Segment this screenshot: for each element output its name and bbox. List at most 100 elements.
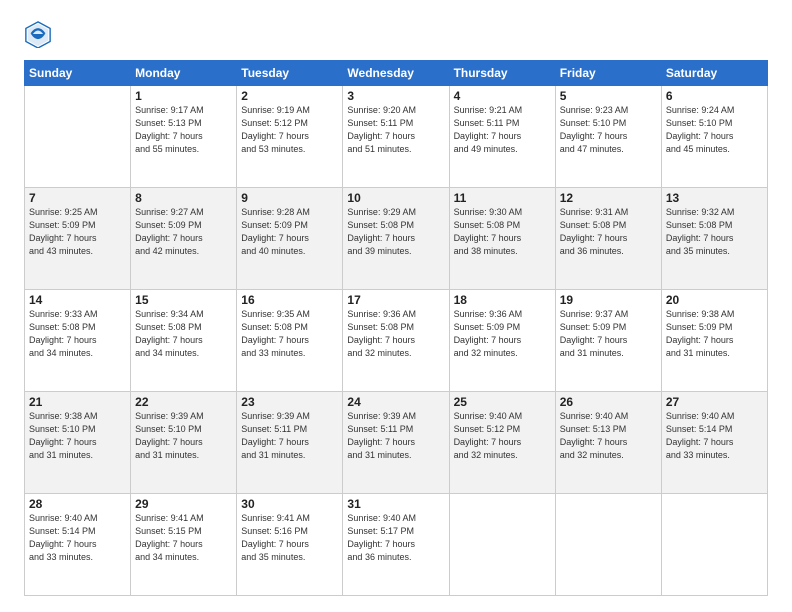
day-cell: 29Sunrise: 9:41 AM Sunset: 5:15 PM Dayli… — [131, 494, 237, 596]
day-cell: 9Sunrise: 9:28 AM Sunset: 5:09 PM Daylig… — [237, 188, 343, 290]
page: SundayMondayTuesdayWednesdayThursdayFrid… — [0, 0, 792, 612]
day-cell: 25Sunrise: 9:40 AM Sunset: 5:12 PM Dayli… — [449, 392, 555, 494]
day-cell — [25, 86, 131, 188]
day-info: Sunrise: 9:37 AM Sunset: 5:09 PM Dayligh… — [560, 308, 657, 360]
weekday-header-row: SundayMondayTuesdayWednesdayThursdayFrid… — [25, 61, 768, 86]
weekday-friday: Friday — [555, 61, 661, 86]
day-cell: 17Sunrise: 9:36 AM Sunset: 5:08 PM Dayli… — [343, 290, 449, 392]
day-cell: 31Sunrise: 9:40 AM Sunset: 5:17 PM Dayli… — [343, 494, 449, 596]
day-info: Sunrise: 9:40 AM Sunset: 5:14 PM Dayligh… — [666, 410, 763, 462]
day-number: 26 — [560, 395, 657, 409]
weekday-saturday: Saturday — [661, 61, 767, 86]
day-number: 2 — [241, 89, 338, 103]
day-number: 27 — [666, 395, 763, 409]
day-number: 12 — [560, 191, 657, 205]
week-row-2: 7Sunrise: 9:25 AM Sunset: 5:09 PM Daylig… — [25, 188, 768, 290]
weekday-thursday: Thursday — [449, 61, 555, 86]
day-cell — [661, 494, 767, 596]
weekday-wednesday: Wednesday — [343, 61, 449, 86]
day-number: 10 — [347, 191, 444, 205]
day-info: Sunrise: 9:17 AM Sunset: 5:13 PM Dayligh… — [135, 104, 232, 156]
day-info: Sunrise: 9:40 AM Sunset: 5:17 PM Dayligh… — [347, 512, 444, 564]
day-cell: 28Sunrise: 9:40 AM Sunset: 5:14 PM Dayli… — [25, 494, 131, 596]
day-number: 20 — [666, 293, 763, 307]
day-number: 14 — [29, 293, 126, 307]
day-cell: 24Sunrise: 9:39 AM Sunset: 5:11 PM Dayli… — [343, 392, 449, 494]
day-number: 18 — [454, 293, 551, 307]
day-cell: 23Sunrise: 9:39 AM Sunset: 5:11 PM Dayli… — [237, 392, 343, 494]
day-number: 5 — [560, 89, 657, 103]
day-info: Sunrise: 9:20 AM Sunset: 5:11 PM Dayligh… — [347, 104, 444, 156]
day-cell: 5Sunrise: 9:23 AM Sunset: 5:10 PM Daylig… — [555, 86, 661, 188]
day-cell: 13Sunrise: 9:32 AM Sunset: 5:08 PM Dayli… — [661, 188, 767, 290]
day-cell: 10Sunrise: 9:29 AM Sunset: 5:08 PM Dayli… — [343, 188, 449, 290]
week-row-1: 1Sunrise: 9:17 AM Sunset: 5:13 PM Daylig… — [25, 86, 768, 188]
day-info: Sunrise: 9:33 AM Sunset: 5:08 PM Dayligh… — [29, 308, 126, 360]
calendar-body: 1Sunrise: 9:17 AM Sunset: 5:13 PM Daylig… — [25, 86, 768, 596]
day-number: 3 — [347, 89, 444, 103]
day-cell: 21Sunrise: 9:38 AM Sunset: 5:10 PM Dayli… — [25, 392, 131, 494]
day-number: 19 — [560, 293, 657, 307]
day-info: Sunrise: 9:23 AM Sunset: 5:10 PM Dayligh… — [560, 104, 657, 156]
day-cell — [555, 494, 661, 596]
day-number: 31 — [347, 497, 444, 511]
day-info: Sunrise: 9:27 AM Sunset: 5:09 PM Dayligh… — [135, 206, 232, 258]
day-number: 16 — [241, 293, 338, 307]
week-row-3: 14Sunrise: 9:33 AM Sunset: 5:08 PM Dayli… — [25, 290, 768, 392]
logo — [24, 20, 56, 48]
day-info: Sunrise: 9:41 AM Sunset: 5:16 PM Dayligh… — [241, 512, 338, 564]
day-info: Sunrise: 9:25 AM Sunset: 5:09 PM Dayligh… — [29, 206, 126, 258]
day-cell: 27Sunrise: 9:40 AM Sunset: 5:14 PM Dayli… — [661, 392, 767, 494]
day-info: Sunrise: 9:19 AM Sunset: 5:12 PM Dayligh… — [241, 104, 338, 156]
day-info: Sunrise: 9:35 AM Sunset: 5:08 PM Dayligh… — [241, 308, 338, 360]
day-info: Sunrise: 9:38 AM Sunset: 5:10 PM Dayligh… — [29, 410, 126, 462]
day-number: 7 — [29, 191, 126, 205]
day-cell: 26Sunrise: 9:40 AM Sunset: 5:13 PM Dayli… — [555, 392, 661, 494]
day-number: 22 — [135, 395, 232, 409]
day-info: Sunrise: 9:40 AM Sunset: 5:14 PM Dayligh… — [29, 512, 126, 564]
day-number: 13 — [666, 191, 763, 205]
day-info: Sunrise: 9:39 AM Sunset: 5:11 PM Dayligh… — [241, 410, 338, 462]
day-number: 4 — [454, 89, 551, 103]
day-number: 17 — [347, 293, 444, 307]
day-cell: 11Sunrise: 9:30 AM Sunset: 5:08 PM Dayli… — [449, 188, 555, 290]
day-number: 28 — [29, 497, 126, 511]
day-cell — [449, 494, 555, 596]
day-number: 1 — [135, 89, 232, 103]
day-info: Sunrise: 9:36 AM Sunset: 5:08 PM Dayligh… — [347, 308, 444, 360]
header — [24, 20, 768, 48]
day-cell: 16Sunrise: 9:35 AM Sunset: 5:08 PM Dayli… — [237, 290, 343, 392]
week-row-4: 21Sunrise: 9:38 AM Sunset: 5:10 PM Dayli… — [25, 392, 768, 494]
day-number: 6 — [666, 89, 763, 103]
day-number: 21 — [29, 395, 126, 409]
day-info: Sunrise: 9:21 AM Sunset: 5:11 PM Dayligh… — [454, 104, 551, 156]
day-cell: 6Sunrise: 9:24 AM Sunset: 5:10 PM Daylig… — [661, 86, 767, 188]
day-number: 23 — [241, 395, 338, 409]
logo-icon — [24, 20, 52, 48]
day-number: 11 — [454, 191, 551, 205]
day-cell: 15Sunrise: 9:34 AM Sunset: 5:08 PM Dayli… — [131, 290, 237, 392]
weekday-sunday: Sunday — [25, 61, 131, 86]
day-cell: 3Sunrise: 9:20 AM Sunset: 5:11 PM Daylig… — [343, 86, 449, 188]
day-info: Sunrise: 9:36 AM Sunset: 5:09 PM Dayligh… — [454, 308, 551, 360]
day-info: Sunrise: 9:30 AM Sunset: 5:08 PM Dayligh… — [454, 206, 551, 258]
day-cell: 8Sunrise: 9:27 AM Sunset: 5:09 PM Daylig… — [131, 188, 237, 290]
day-cell: 18Sunrise: 9:36 AM Sunset: 5:09 PM Dayli… — [449, 290, 555, 392]
day-info: Sunrise: 9:32 AM Sunset: 5:08 PM Dayligh… — [666, 206, 763, 258]
day-number: 24 — [347, 395, 444, 409]
day-info: Sunrise: 9:40 AM Sunset: 5:13 PM Dayligh… — [560, 410, 657, 462]
day-cell: 12Sunrise: 9:31 AM Sunset: 5:08 PM Dayli… — [555, 188, 661, 290]
day-number: 15 — [135, 293, 232, 307]
calendar-table: SundayMondayTuesdayWednesdayThursdayFrid… — [24, 60, 768, 596]
day-cell: 22Sunrise: 9:39 AM Sunset: 5:10 PM Dayli… — [131, 392, 237, 494]
day-info: Sunrise: 9:39 AM Sunset: 5:10 PM Dayligh… — [135, 410, 232, 462]
day-info: Sunrise: 9:41 AM Sunset: 5:15 PM Dayligh… — [135, 512, 232, 564]
day-cell: 20Sunrise: 9:38 AM Sunset: 5:09 PM Dayli… — [661, 290, 767, 392]
day-info: Sunrise: 9:39 AM Sunset: 5:11 PM Dayligh… — [347, 410, 444, 462]
day-number: 30 — [241, 497, 338, 511]
day-cell: 4Sunrise: 9:21 AM Sunset: 5:11 PM Daylig… — [449, 86, 555, 188]
day-number: 9 — [241, 191, 338, 205]
weekday-monday: Monday — [131, 61, 237, 86]
weekday-tuesday: Tuesday — [237, 61, 343, 86]
day-number: 25 — [454, 395, 551, 409]
